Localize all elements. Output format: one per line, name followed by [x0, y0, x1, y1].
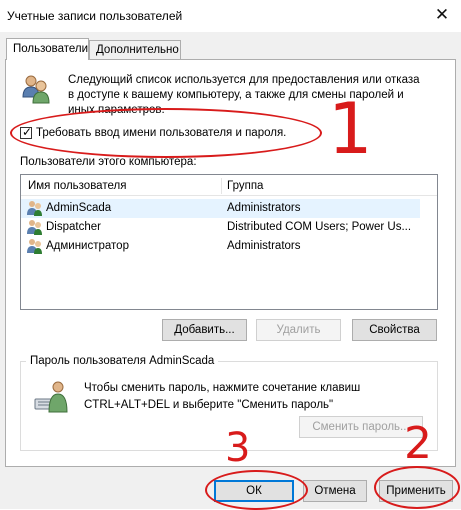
annotation-number-2: 2	[404, 418, 432, 469]
row-group: Distributed COM Users; Power Us...	[227, 221, 412, 233]
add-user-button[interactable]: Добавить...	[162, 319, 247, 341]
remove-user-button[interactable]: Удалить	[256, 319, 341, 341]
user-icon	[27, 220, 42, 235]
column-header-username[interactable]: Имя пользователя	[28, 180, 126, 192]
annotation-ellipse-1	[10, 108, 322, 158]
user-properties-button[interactable]: Свойства	[352, 319, 437, 341]
password-hint-line-1: Чтобы сменить пароль, нажмите сочетание …	[84, 382, 361, 394]
users-icon	[22, 75, 50, 104]
tab-users-label: Пользователи	[13, 43, 89, 55]
table-row[interactable]: Администратор Administrators	[21, 237, 420, 256]
tab-advanced-label: Дополнительно	[96, 44, 179, 56]
user-icon	[27, 239, 42, 254]
cancel-button[interactable]: Отмена	[303, 480, 367, 502]
annotation-number-3: 3	[225, 425, 251, 471]
tab-users[interactable]: Пользователи	[6, 38, 89, 60]
row-group: Administrators	[227, 240, 301, 252]
keyboard-user-icon	[34, 381, 68, 413]
password-group-title: Пароль пользователя AdminScada	[26, 355, 219, 367]
annotation-number-1: 1	[328, 88, 373, 170]
close-icon[interactable]: ✕	[430, 3, 454, 27]
row-username: Администратор	[46, 240, 129, 252]
annotation-ellipse-3	[205, 470, 308, 510]
row-group: Administrators	[227, 202, 301, 214]
row-username: AdminScada	[46, 202, 112, 214]
tab-advanced[interactable]: Дополнительно	[89, 40, 181, 59]
annotation-ellipse-2	[374, 466, 460, 509]
row-username: Dispatcher	[46, 221, 101, 233]
window-title: Учетные записи пользователей	[7, 9, 183, 23]
column-header-group[interactable]: Группа	[227, 180, 263, 192]
user-icon	[27, 201, 42, 216]
intro-line-1: Следующий список используется для предос…	[68, 74, 420, 86]
table-row[interactable]: Dispatcher Distributed COM Users; Power …	[21, 218, 420, 237]
table-row[interactable]: AdminScada Administrators	[21, 199, 420, 218]
column-separator[interactable]	[221, 178, 222, 194]
password-hint-line-2: CTRL+ALT+DEL и выберите "Сменить пароль"	[84, 399, 334, 411]
